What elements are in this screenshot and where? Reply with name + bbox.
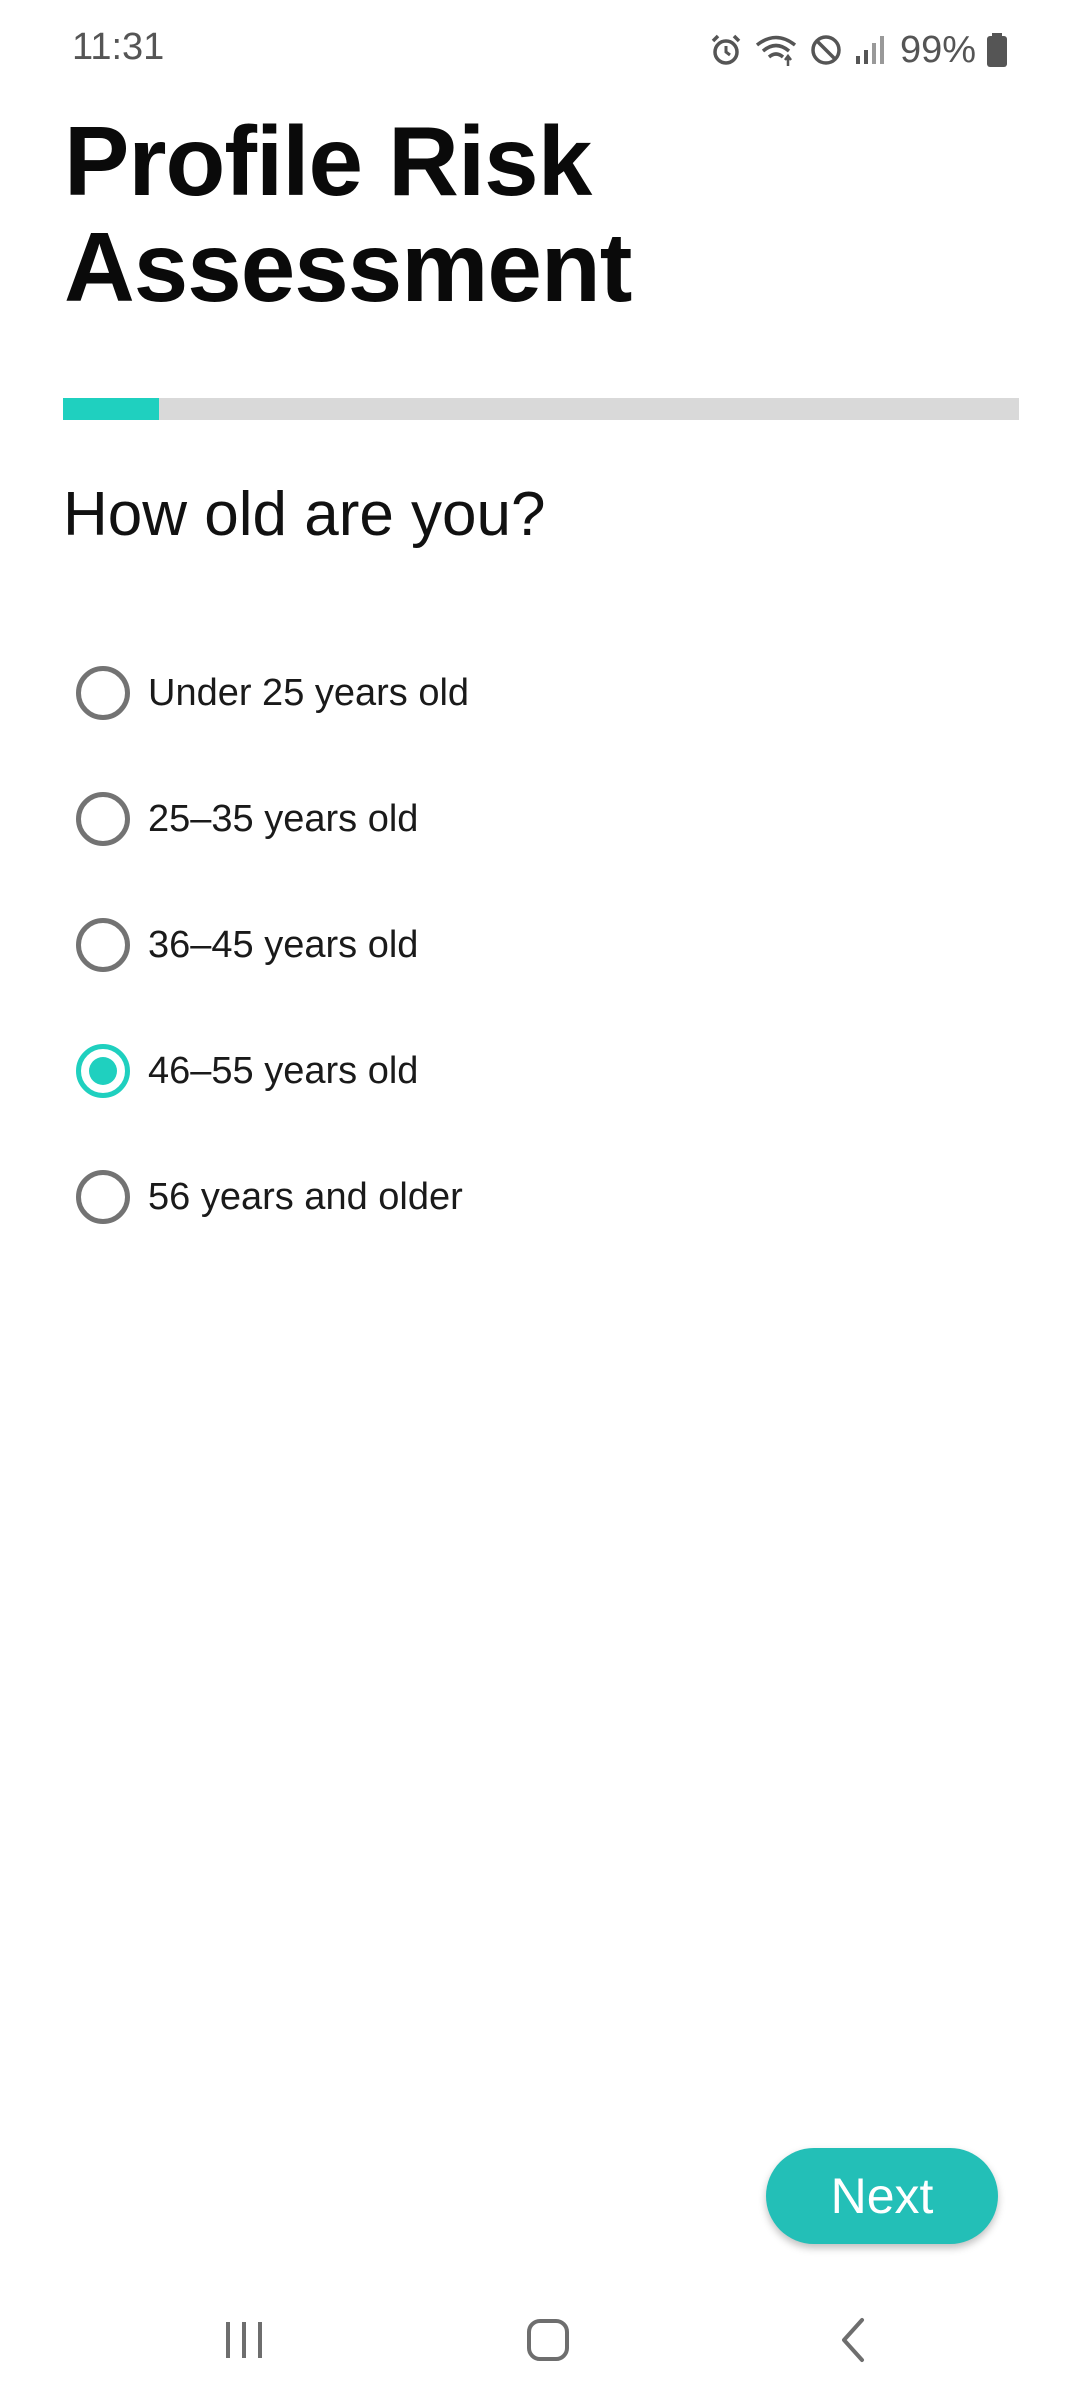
progress-fill <box>63 398 159 420</box>
radio-button[interactable] <box>76 918 130 972</box>
option-46-55[interactable]: 46–55 years old <box>76 1008 976 1134</box>
option-label: 46–55 years old <box>148 1049 419 1092</box>
next-button[interactable]: Next <box>766 2148 998 2244</box>
home-icon[interactable] <box>508 2310 588 2370</box>
option-label: 36–45 years old <box>148 923 419 966</box>
signal-icon <box>854 32 888 68</box>
status-time: 11:31 <box>72 26 165 68</box>
status-bar: 11:31 99% <box>0 0 1080 100</box>
age-options: Under 25 years old 25–35 years old 36–45… <box>76 630 976 1260</box>
option-under-25[interactable]: Under 25 years old <box>76 630 976 756</box>
option-label: Under 25 years old <box>148 671 470 714</box>
navigation-bar <box>0 2280 1080 2400</box>
radio-button[interactable] <box>76 1170 130 1224</box>
do-not-disturb-icon <box>808 32 844 68</box>
option-56-plus[interactable]: 56 years and older <box>76 1134 976 1260</box>
option-label: 56 years and older <box>148 1175 463 1218</box>
battery-icon <box>986 32 1008 68</box>
radio-button[interactable] <box>76 666 130 720</box>
page-title: Profile Risk Assessment <box>64 106 632 322</box>
alarm-icon <box>708 32 744 68</box>
recent-apps-icon[interactable] <box>204 2310 284 2370</box>
back-icon[interactable] <box>814 2310 894 2370</box>
wifi-icon <box>754 32 798 68</box>
progress-bar <box>63 398 1019 420</box>
option-label: 25–35 years old <box>148 797 419 840</box>
battery-percent: 99% <box>899 28 976 71</box>
radio-button[interactable] <box>76 792 130 846</box>
status-icons: 99% <box>708 26 1008 74</box>
option-25-35[interactable]: 25–35 years old <box>76 756 976 882</box>
option-36-45[interactable]: 36–45 years old <box>76 882 976 1008</box>
radio-button[interactable] <box>76 1044 130 1098</box>
question-text: How old are you? <box>63 480 546 549</box>
radio-dot <box>89 1057 117 1085</box>
